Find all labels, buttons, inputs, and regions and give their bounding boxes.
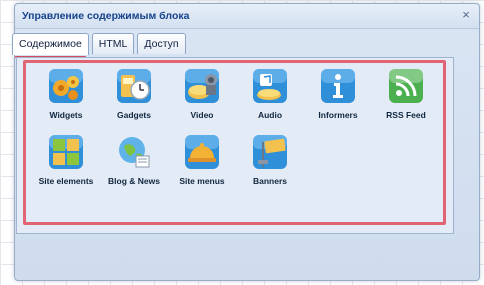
rss-feed-icon <box>388 68 424 104</box>
item-video[interactable]: Video <box>168 68 236 130</box>
dialog-title: Управление содержимым блока <box>22 10 190 22</box>
tab-access[interactable]: Доступ <box>137 33 186 54</box>
item-label: Blog & News <box>108 176 160 186</box>
item-rss-feed[interactable]: RSS Feed <box>372 68 440 130</box>
item-banners[interactable]: Banners <box>236 134 304 196</box>
item-label: Informers <box>318 110 358 120</box>
item-label: Banners <box>252 176 287 186</box>
content-type-grid: Widgets Gadgets Video Audio Informers RS… <box>32 68 442 196</box>
item-informers[interactable]: Informers <box>304 68 372 130</box>
blog-news-icon <box>116 134 152 170</box>
item-label: Site elements <box>38 176 94 186</box>
item-widgets[interactable]: Widgets <box>32 68 100 130</box>
item-label: RSS Feed <box>386 110 426 120</box>
tab-strip: Содержимое HTML Доступ <box>12 33 189 58</box>
item-site-elements[interactable]: Site elements <box>32 134 100 196</box>
item-site-menus[interactable]: Site menus <box>168 134 236 196</box>
item-label: Video <box>190 110 214 120</box>
audio-icon <box>252 68 288 104</box>
site-elements-icon <box>48 134 84 170</box>
tab-content[interactable]: Содержимое <box>12 33 89 58</box>
banners-icon <box>252 134 288 170</box>
item-label: Widgets <box>49 110 83 120</box>
item-label: Audio <box>257 110 283 120</box>
item-label: Site menus <box>179 176 225 186</box>
gadgets-icon <box>116 68 152 104</box>
widgets-icon <box>48 68 84 104</box>
site-menus-icon <box>184 134 220 170</box>
item-blog-news[interactable]: Blog & News <box>100 134 168 196</box>
dialog-titlebar[interactable]: Управление содержимым блока × <box>15 4 479 29</box>
tab-html[interactable]: HTML <box>91 33 135 54</box>
close-icon[interactable]: × <box>459 8 473 22</box>
item-audio[interactable]: Audio <box>236 68 304 130</box>
item-gadgets[interactable]: Gadgets <box>100 68 168 130</box>
video-icon <box>184 68 220 104</box>
informers-icon <box>320 68 356 104</box>
item-label: Gadgets <box>116 110 151 120</box>
